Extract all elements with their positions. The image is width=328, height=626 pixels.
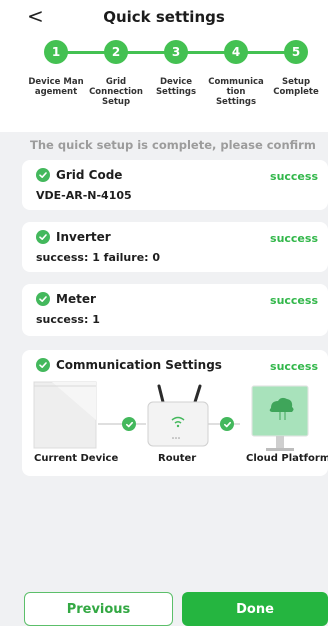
grid-code-status: success	[270, 170, 318, 183]
grid-code-card: Grid Code success VDE-AR-N-4105	[22, 160, 328, 210]
header: < Quick settings 1 2 3 4 5 Device Man ag…	[0, 0, 328, 132]
check-circle-icon	[36, 230, 50, 244]
meter-result: success: 1	[36, 313, 100, 326]
inverter-card: Inverter success success: 1 failure: 0	[22, 222, 328, 272]
router-icon	[147, 384, 209, 447]
step-2-label: Grid Connection Setup	[89, 77, 143, 107]
meter-header: Meter	[36, 292, 96, 306]
step-4-label: Communica tion Settings	[208, 77, 264, 107]
grid-code-title: Grid Code	[56, 168, 123, 182]
inverter-header: Inverter	[36, 230, 111, 244]
device-router-check-icon	[122, 417, 136, 431]
check-circle-icon	[36, 168, 50, 182]
step-5-label: Setup Complete	[273, 77, 319, 97]
previous-button[interactable]: Previous	[24, 592, 173, 626]
inverter-title: Inverter	[56, 230, 111, 244]
grid-code-header: Grid Code	[36, 168, 122, 182]
meter-status: success	[270, 294, 318, 307]
page-title: Quick settings	[103, 8, 225, 26]
current-device-label: Current Device	[34, 453, 119, 464]
router-cloud-check-icon	[220, 417, 234, 431]
grid-code-value: VDE-AR-N-4105	[36, 189, 132, 202]
step-1-circle: 1	[44, 40, 68, 64]
meter-card: Meter success success: 1	[22, 284, 328, 336]
confirm-message: The quick setup is complete, please conf…	[30, 138, 316, 152]
step-3-circle: 3	[164, 40, 188, 64]
check-circle-icon	[36, 292, 50, 306]
done-button[interactable]: Done	[182, 592, 328, 626]
meter-title: Meter	[56, 292, 96, 306]
device-icon	[33, 381, 97, 449]
inverter-status: success	[270, 232, 318, 245]
communication-card: Communication Settings success Current D…	[22, 350, 328, 476]
inverter-result: success: 1 failure: 0	[36, 251, 161, 264]
cloud-platform-icon	[251, 385, 309, 451]
router-label: Router	[158, 453, 197, 464]
step-3-label: Device Settings	[155, 77, 197, 97]
step-5-circle: 5	[284, 40, 308, 64]
step-4-circle: 4	[224, 40, 248, 64]
step-1-label: Device Man agement	[28, 77, 84, 97]
step-2-circle: 2	[104, 40, 128, 64]
cloud-platform-label: Cloud Platform	[246, 453, 328, 464]
